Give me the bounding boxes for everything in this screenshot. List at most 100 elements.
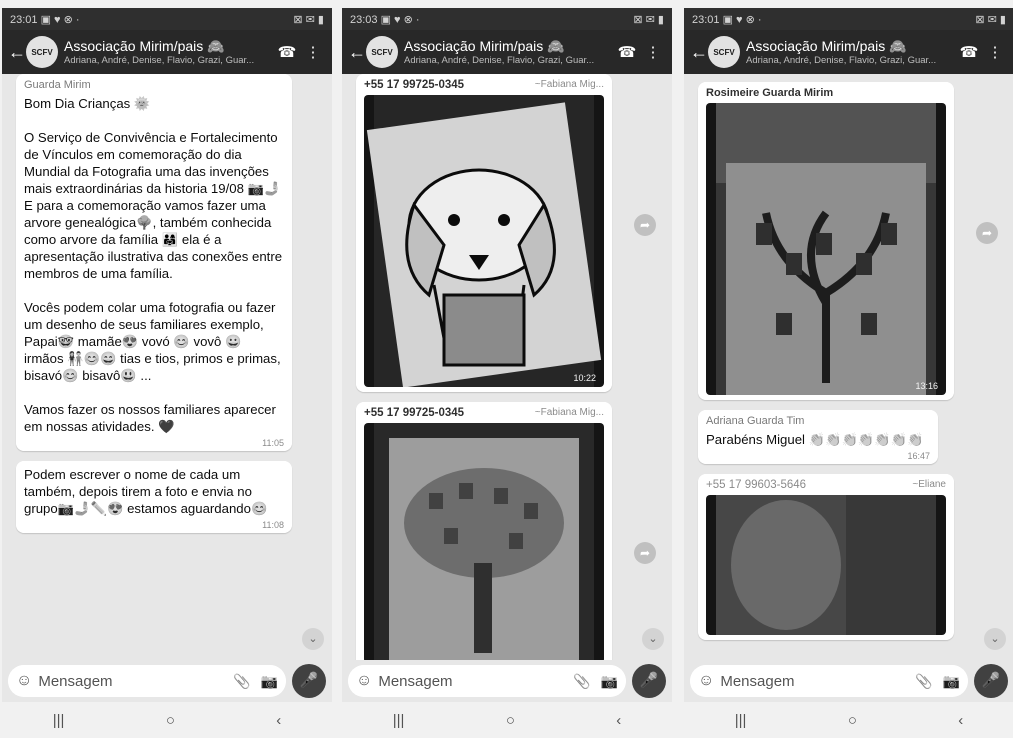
emoji-icon[interactable]: ☺ bbox=[356, 672, 372, 690]
emoji-icon[interactable]: ☺ bbox=[698, 672, 714, 690]
home-button[interactable]: ○ bbox=[506, 712, 515, 729]
system-nav-bar: ||| ○ ‹ bbox=[342, 702, 672, 738]
child-photo[interactable] bbox=[706, 495, 946, 635]
drawing-photo[interactable]: 10:22 bbox=[364, 95, 604, 387]
sender-number: +55 17 99725-0345 bbox=[364, 407, 465, 419]
message-text: Parabéns Miguel 👏👏👏👏👏👏👏 bbox=[706, 432, 924, 447]
group-avatar[interactable]: SCFV bbox=[26, 36, 58, 68]
forward-icon[interactable]: ➦ bbox=[634, 214, 656, 236]
message-input[interactable]: ☺ Mensagem 📎 📷 bbox=[690, 665, 968, 697]
chat-header[interactable]: ← SCFV Associação Mirim/pais 🙈 Adriana, … bbox=[684, 30, 1013, 74]
camera-icon[interactable]: 📷 bbox=[943, 673, 960, 690]
sender-alias: ~Fabiana Mig... bbox=[534, 407, 604, 418]
message-input[interactable]: ☺ Mensagem 📎 📷 bbox=[348, 665, 626, 697]
system-nav-bar: ||| ○ ‹ bbox=[684, 702, 1013, 738]
group-members: Adriana, André, Denise, Flavio, Grazi, G… bbox=[64, 55, 255, 66]
status-icons-left: ▣ ♥ ⊗ · bbox=[380, 13, 420, 26]
group-avatar[interactable]: SCFV bbox=[708, 36, 740, 68]
forward-icon[interactable]: ➦ bbox=[976, 222, 998, 244]
recent-apps-button[interactable]: ||| bbox=[393, 712, 405, 729]
message-bubble[interactable]: Guarda Mirim Bom Dia Crianças 🌞 O Serviç… bbox=[16, 74, 292, 451]
attach-icon[interactable]: 📎 bbox=[233, 673, 250, 690]
message-list[interactable]: +55 17 99725-0345 ~Fabiana Mig... 10:22 bbox=[342, 74, 672, 660]
chat-header[interactable]: ← SCFV Associação Mirim/pais 🙈 Adriana, … bbox=[342, 30, 672, 74]
composer: ☺ Mensagem 📎 📷 🎤 bbox=[348, 664, 666, 698]
family-tree-image bbox=[716, 103, 936, 395]
status-icons-right: ⊠ ✉ ▮ bbox=[975, 13, 1006, 26]
nav-back-button[interactable]: ‹ bbox=[616, 712, 621, 729]
system-nav-bar: ||| ○ ‹ bbox=[2, 702, 332, 738]
nav-back-button[interactable]: ‹ bbox=[958, 712, 963, 729]
tree-drawing-photo[interactable] bbox=[364, 423, 604, 660]
overflow-menu-icon[interactable]: ⋮ bbox=[982, 43, 1008, 61]
group-members: Adriana, André, Denise, Flavio, Grazi, G… bbox=[746, 55, 937, 66]
message-sender: +55 17 99725-0345 ~Fabiana Mig... bbox=[364, 407, 604, 419]
input-placeholder[interactable]: Mensagem bbox=[38, 673, 223, 690]
chat-title-block[interactable]: Associação Mirim/pais 🙈 Adriana, André, … bbox=[404, 38, 614, 66]
mic-icon[interactable]: 🎤 bbox=[632, 664, 666, 698]
image-message[interactable]: +55 17 99725-0345 ~Fabiana Mig... ➦ bbox=[356, 402, 656, 660]
status-bar: 23:03 ▣ ♥ ⊗ · ⊠ ✉ ▮ bbox=[342, 8, 672, 30]
attach-icon[interactable]: 📎 bbox=[573, 673, 590, 690]
input-placeholder[interactable]: Mensagem bbox=[720, 673, 905, 690]
group-title: Associação Mirim/pais bbox=[404, 38, 544, 54]
message-text: Podem escrever o nome de cada um também,… bbox=[24, 467, 268, 516]
message-time: 13:16 bbox=[915, 381, 938, 391]
camera-icon[interactable]: 📷 bbox=[601, 673, 618, 690]
group-avatar[interactable]: SCFV bbox=[366, 36, 398, 68]
emoji-icon[interactable]: ☺ bbox=[16, 672, 32, 690]
phone-screen-3: 23:01 ▣ ♥ ⊗ · ⊠ ✉ ▮ ← SCFV Associação Mi… bbox=[684, 8, 1013, 738]
message-time: 11:08 bbox=[262, 520, 284, 530]
home-button[interactable]: ○ bbox=[166, 712, 175, 729]
message-time: 16:47 bbox=[907, 451, 930, 461]
input-placeholder[interactable]: Mensagem bbox=[378, 673, 563, 690]
forward-icon[interactable]: ➦ bbox=[634, 542, 656, 564]
scroll-down-icon[interactable]: ⌄ bbox=[984, 628, 1006, 650]
nav-back-button[interactable]: ‹ bbox=[276, 712, 281, 729]
back-arrow-icon[interactable]: ← bbox=[348, 42, 366, 63]
scroll-down-icon[interactable]: ⌄ bbox=[302, 628, 324, 650]
sender-alias: ~Fabiana Mig... bbox=[534, 79, 604, 90]
scroll-down-icon[interactable]: ⌄ bbox=[642, 628, 664, 650]
status-time: 23:01 bbox=[692, 13, 720, 26]
message-input[interactable]: ☺ Mensagem 📎 📷 bbox=[8, 665, 286, 697]
recent-apps-button[interactable]: ||| bbox=[735, 712, 747, 729]
group-title: Associação Mirim/pais bbox=[64, 38, 204, 54]
message-time: 11:05 bbox=[262, 438, 284, 448]
status-time: 23:03 bbox=[350, 13, 378, 26]
chat-title-block[interactable]: Associação Mirim/pais 🙈 Adriana, André, … bbox=[64, 38, 274, 66]
message-list[interactable]: Guarda Mirim Bom Dia Crianças 🌞 O Serviç… bbox=[2, 74, 332, 660]
image-message[interactable]: +55 17 99603-5646 ~Eliane bbox=[698, 474, 954, 640]
mic-icon[interactable]: 🎤 bbox=[292, 664, 326, 698]
home-button[interactable]: ○ bbox=[848, 712, 857, 729]
family-tree-image bbox=[374, 423, 594, 660]
status-icons-right: ⊠ ✉ ▮ bbox=[633, 13, 664, 26]
message-sender: +55 17 99725-0345 ~Fabiana Mig... bbox=[364, 79, 604, 91]
message-list[interactable]: Rosimeire Guarda Mirim 13:16 ➦ Adriana G… bbox=[684, 74, 1013, 660]
back-arrow-icon[interactable]: ← bbox=[690, 42, 708, 63]
overflow-menu-icon[interactable]: ⋮ bbox=[300, 43, 326, 61]
chat-header[interactable]: ← SCFV Associação Mirim/pais 🙈 Adriana, … bbox=[2, 30, 332, 74]
status-time: 23:01 bbox=[10, 13, 38, 26]
composer: ☺ Mensagem 📎 📷 🎤 bbox=[690, 664, 1008, 698]
chat-title-block[interactable]: Associação Mirim/pais 🙈 Adriana, André, … bbox=[746, 38, 956, 66]
camera-icon[interactable]: 📷 bbox=[261, 673, 278, 690]
message-time: 10:22 bbox=[573, 373, 596, 383]
back-arrow-icon[interactable]: ← bbox=[8, 42, 26, 63]
call-add-icon[interactable]: ☎ bbox=[274, 43, 300, 61]
image-message[interactable]: Rosimeire Guarda Mirim 13:16 ➦ bbox=[698, 82, 998, 400]
call-add-icon[interactable]: ☎ bbox=[614, 43, 640, 61]
tree-drawing-photo[interactable]: 13:16 bbox=[706, 103, 946, 395]
status-bar: 23:01 ▣ ♥ ⊗ · ⊠ ✉ ▮ bbox=[684, 8, 1013, 30]
attach-icon[interactable]: 📎 bbox=[915, 673, 932, 690]
message-sender: Guarda Mirim bbox=[24, 79, 91, 91]
dog-drawing-image bbox=[366, 95, 602, 387]
message-bubble[interactable]: Adriana Guarda Tim Parabéns Miguel 👏👏👏👏👏… bbox=[698, 410, 938, 464]
overflow-menu-icon[interactable]: ⋮ bbox=[640, 43, 666, 61]
recent-apps-button[interactable]: ||| bbox=[53, 712, 65, 729]
message-text: Bom Dia Crianças 🌞 O Serviço de Convivên… bbox=[24, 96, 283, 434]
call-add-icon[interactable]: ☎ bbox=[956, 43, 982, 61]
image-message[interactable]: +55 17 99725-0345 ~Fabiana Mig... 10:22 bbox=[356, 74, 656, 392]
mic-icon[interactable]: 🎤 bbox=[974, 664, 1008, 698]
message-bubble[interactable]: Podem escrever o nome de cada um também,… bbox=[16, 461, 292, 533]
